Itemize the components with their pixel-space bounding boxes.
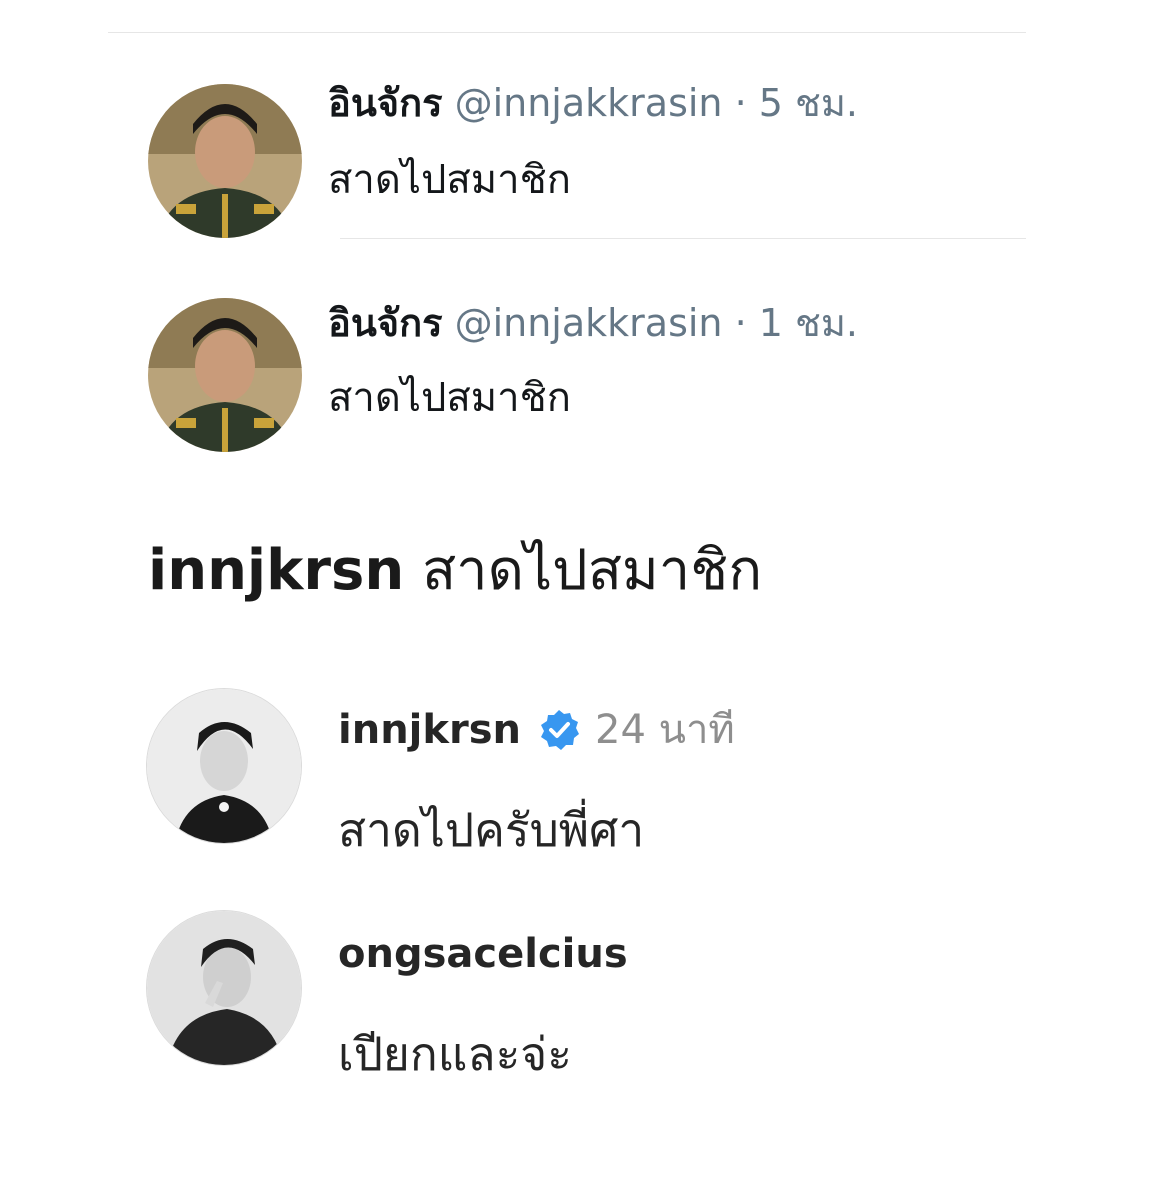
- thread-divider: [340, 238, 1026, 239]
- tweet-author-name[interactable]: อินจักร: [328, 301, 442, 345]
- tweet-avatar[interactable]: [148, 298, 302, 452]
- tweet-author-handle[interactable]: @innjakkrasin: [455, 301, 723, 345]
- comment-avatar[interactable]: [146, 910, 302, 1066]
- avatar-uniform-photo-icon: [148, 298, 302, 452]
- tweet-separator: ·: [734, 301, 747, 345]
- instagram-caption: innjkrsn สาดไปสมาชิก: [148, 535, 762, 607]
- caption-username[interactable]: innjkrsn: [148, 538, 404, 603]
- verified-badge-icon: [537, 708, 581, 752]
- avatar-bw-portrait-icon: [147, 689, 301, 843]
- avatar-uniform-photo-icon: [148, 84, 302, 238]
- tweet-timestamp[interactable]: 5 ชม.: [759, 81, 858, 125]
- tweet-text: สาดไปสมาชิก: [328, 157, 571, 203]
- comment-timestamp: 24 นาที: [595, 707, 735, 753]
- tweet-author-name[interactable]: อินจักร: [328, 81, 442, 125]
- comment-text: สาดไปครับพี่ศา: [338, 803, 645, 857]
- avatar-bw-portrait-icon: [147, 911, 301, 1065]
- tweet-author-handle[interactable]: @innjakkrasin: [455, 81, 723, 125]
- caption-text: สาดไปสมาชิก: [422, 538, 763, 603]
- comment-username[interactable]: innjkrsn: [338, 706, 521, 754]
- comment-username[interactable]: ongsacelcius: [338, 930, 628, 978]
- top-divider: [108, 32, 1026, 33]
- tweet-timestamp[interactable]: 1 ชม.: [759, 301, 858, 345]
- tweet-avatar[interactable]: [148, 84, 302, 238]
- comment-avatar[interactable]: [146, 688, 302, 844]
- tweet-text: สาดไปสมาชิก: [328, 375, 571, 421]
- tweet-separator: ·: [734, 81, 747, 125]
- comment-text: เปียกและจ่ะ: [338, 1027, 572, 1081]
